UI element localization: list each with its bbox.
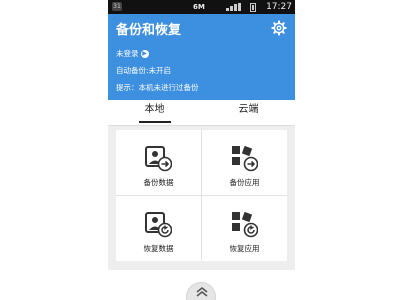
restore-data-button[interactable]: 恢复数据 bbox=[116, 196, 201, 261]
tab-bar: 本地 云端 bbox=[108, 100, 295, 126]
action-grid: 备份数据 备份应用 恢复数据 恢复应用 bbox=[116, 130, 287, 261]
backup-apps-label: 备份应用 bbox=[229, 178, 260, 187]
grid-horizontal-divider bbox=[116, 195, 287, 196]
active-tab-indicator bbox=[139, 121, 171, 123]
network-speed: 6M bbox=[193, 3, 205, 11]
clock: 17:27 bbox=[266, 2, 292, 12]
status-icons bbox=[212, 3, 260, 12]
calendar-notification-icon: 31 bbox=[112, 2, 122, 11]
restore-data-label: 恢复数据 bbox=[143, 244, 174, 253]
login-label: 未登录 bbox=[116, 49, 139, 58]
bottom-bar bbox=[108, 270, 295, 300]
restore-data-icon bbox=[145, 212, 172, 238]
backup-data-button[interactable]: 备份数据 bbox=[116, 130, 201, 195]
expand-handle[interactable] bbox=[186, 282, 216, 300]
backup-tip: 提示：本机未进行过备份 bbox=[116, 83, 199, 92]
backup-apps-button[interactable]: 备份应用 bbox=[202, 130, 287, 195]
tab-cloud[interactable]: 云端 bbox=[202, 100, 295, 125]
restore-apps-label: 恢复应用 bbox=[229, 244, 260, 253]
auto-backup-status: 自动备份:未开启 bbox=[116, 66, 172, 75]
battery-icon bbox=[250, 3, 256, 12]
backup-data-icon bbox=[145, 146, 172, 172]
backup-data-label: 备份数据 bbox=[143, 178, 174, 187]
header: 备份和恢复 未登录 ▶ 自动备份:未开启 提示：本机未进行过备份 bbox=[108, 14, 295, 100]
status-bar: 31 6M 17:27 bbox=[108, 0, 295, 14]
restore-apps-icon bbox=[232, 211, 258, 238]
restore-apps-button[interactable]: 恢复应用 bbox=[202, 196, 287, 261]
double-chevron-up-icon bbox=[196, 287, 208, 297]
settings-gear-icon[interactable] bbox=[271, 20, 287, 36]
phone-screen: 31 6M 17:27 备份和恢复 未登录 ▶ 自动备份:未开启 提示：本机未进… bbox=[108, 0, 295, 300]
chevron-right-icon: ▶ bbox=[140, 50, 149, 58]
login-link[interactable]: 未登录 ▶ bbox=[116, 48, 149, 59]
backup-apps-icon bbox=[232, 145, 258, 172]
page-title: 备份和恢复 bbox=[116, 23, 182, 38]
